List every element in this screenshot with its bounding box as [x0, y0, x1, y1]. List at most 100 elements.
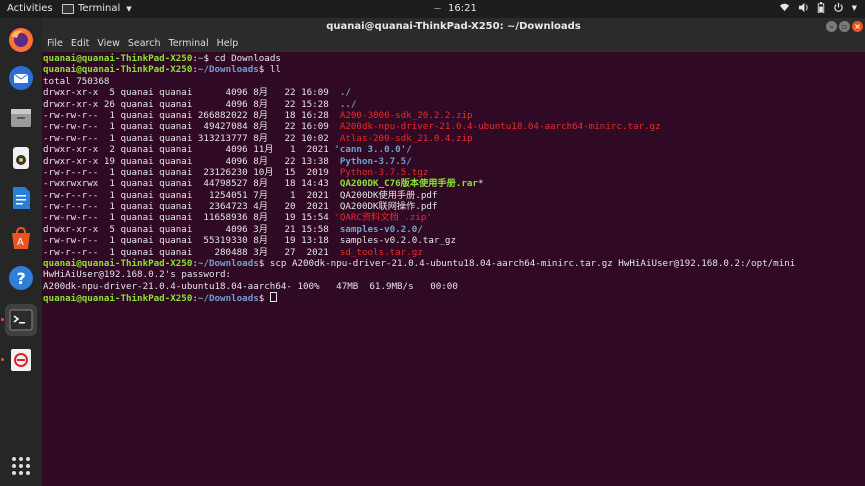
app-icon[interactable] — [5, 344, 37, 376]
terminal-text: -rw-r--r-- 1 quanai quanai 1254051 7月 1 … — [43, 189, 438, 201]
terminal-text: drwxr-xr-x 26 quanai quanai 4096 8月 22 1… — [43, 98, 340, 110]
terminal-line: quanai@quanai-ThinkPad-X250:~/Downloads$… — [43, 64, 795, 75]
terminal-text: A200dk-npu-driver-21.0.4-ubuntu18.04-aar… — [339, 121, 661, 133]
chevron-down-icon: ▼ — [851, 4, 857, 12]
terminal-output[interactable]: quanai@quanai-ThinkPad-X250:~$ cd Downlo… — [42, 52, 865, 486]
scrollbar[interactable] — [859, 52, 865, 486]
terminal-text: $ cd Downloads — [203, 53, 281, 64]
terminal-text: drwxr-xr-x 19 quanai quanai 4096 8月 22 1… — [43, 155, 340, 167]
close-button[interactable]: × — [852, 21, 863, 32]
firefox-icon[interactable] — [5, 24, 37, 56]
help-icon[interactable]: ? — [5, 262, 37, 294]
terminal-line: drwxr-xr-x 26 quanai quanai 4096 8月 22 1… — [43, 99, 795, 110]
terminal-text: drwxr-xr-x 5 quanai quanai 4096 3月 21 15… — [43, 223, 340, 235]
terminal-text: drwxr-xr-x 5 quanai quanai 4096 8月 22 16… — [43, 87, 340, 99]
terminal-text: -rwxrwxrwx 1 quanai quanai 44798527 8月 1… — [43, 178, 340, 190]
terminal-line: -rw-rw-r-- 1 quanai quanai 55319330 8月 1… — [43, 235, 795, 246]
terminal-text: -rw-rw-r-- 1 quanai quanai 49427084 8月 2… — [43, 121, 340, 133]
terminal-text: A200dk-npu-driver-21.0.4-ubuntu18.04-aar… — [43, 280, 458, 292]
terminal-line: -rw-rw-r-- 1 quanai quanai 49427084 8月 2… — [43, 121, 795, 132]
chevron-down-icon: ▼ — [126, 4, 132, 13]
top-bar: Activities Terminal ▼ — 16:21 ▼ — [0, 0, 865, 18]
window-title: quanai@quanai-ThinkPad-X250: ~/Downloads — [326, 21, 581, 32]
svg-text:A: A — [17, 237, 24, 248]
menu-view[interactable]: View — [97, 38, 120, 52]
terminal-line: -rw-r--r-- 1 quanai quanai 2364723 4月 20… — [43, 201, 795, 212]
terminal-text: HwHiAiUser@192.168.0.2's password: — [43, 269, 232, 281]
terminal-line: -rw-r--r-- 1 quanai quanai 23126230 10月 … — [43, 167, 795, 178]
terminal-line: quanai@quanai-ThinkPad-X250:~$ cd Downlo… — [43, 53, 795, 64]
terminal-line: HwHiAiUser@192.168.0.2's password: — [43, 269, 795, 280]
prompt-user-host: quanai@quanai-ThinkPad-X250 — [43, 293, 193, 305]
terminal-line: quanai@quanai-ThinkPad-X250:~/Downloads$ — [43, 292, 795, 305]
clock[interactable]: 16:21 — [448, 3, 477, 14]
terminal-window: quanai@quanai-ThinkPad-X250: ~/Downloads… — [42, 18, 865, 486]
terminal-app-icon — [62, 3, 74, 14]
terminal-icon[interactable] — [5, 304, 37, 336]
dock: A ? — [0, 18, 42, 486]
battery-icon — [817, 2, 824, 13]
terminal-text: 'cann 3..0.0'/ — [334, 144, 412, 156]
writer-icon[interactable] — [5, 182, 37, 214]
terminal-text: Python-3.7.5/ — [339, 155, 412, 167]
terminal-text: -rw-r--r-- 1 quanai quanai 2364723 4月 20… — [43, 201, 438, 213]
menu-terminal[interactable]: Terminal — [169, 38, 209, 52]
terminal-text: ../ — [339, 98, 357, 110]
wifi-icon — [779, 3, 789, 12]
terminal-line: drwxr-xr-x 5 quanai quanai 4096 3月 21 15… — [43, 224, 795, 235]
maximize-button[interactable]: ▫ — [839, 21, 850, 32]
terminal-text: -rw-rw-r-- 1 quanai quanai 266882022 8月 … — [43, 109, 340, 121]
rhythmbox-icon[interactable] — [5, 142, 37, 174]
terminal-line: -rw-rw-r-- 1 quanai quanai 11658936 8月 1… — [43, 212, 795, 223]
prompt-path: ~/Downloads — [197, 293, 259, 305]
terminal-text: QA200DK_C76版本使用手册.rar — [339, 178, 478, 190]
running-indicator — [1, 358, 4, 361]
svg-text:?: ? — [17, 269, 26, 288]
prompt-user-host: quanai@quanai-ThinkPad-X250 — [43, 53, 193, 64]
terminal-text: A200-3000-sdk_20.2.2.zip — [339, 109, 473, 121]
volume-icon — [798, 2, 808, 13]
activities-button[interactable]: Activities — [7, 3, 53, 14]
files-icon[interactable] — [5, 102, 37, 134]
prompt-path: ~/Downloads — [197, 64, 259, 76]
power-icon — [833, 2, 843, 12]
thunderbird-icon[interactable] — [5, 62, 37, 94]
prompt-user-host: quanai@quanai-ThinkPad-X250 — [43, 258, 193, 270]
terminal-text: -rw-rw-r-- 1 quanai quanai 55319330 8月 1… — [43, 235, 456, 247]
terminal-text: drwxr-xr-x 2 quanai quanai 4096 11月 1 20… — [43, 144, 335, 156]
software-icon[interactable]: A — [5, 222, 37, 254]
terminal-text: 'QARC资料文档 .zip' — [334, 212, 432, 224]
title-bar[interactable]: quanai@quanai-ThinkPad-X250: ~/Downloads… — [42, 18, 865, 36]
terminal-text: ./ — [339, 87, 351, 99]
menu-edit[interactable]: Edit — [71, 38, 89, 52]
system-tray[interactable]: ▼ — [779, 2, 857, 13]
app-menu[interactable]: Terminal ▼ — [62, 3, 132, 14]
menu-help[interactable]: Help — [217, 38, 239, 52]
notification-dot-icon: — — [434, 4, 441, 12]
terminal-line: total 750368 — [43, 76, 795, 87]
terminal-text: -rw-rw-r-- 1 quanai quanai 11658936 8月 1… — [43, 212, 335, 224]
menu-search[interactable]: Search — [128, 38, 161, 52]
prompt-user-host: quanai@quanai-ThinkPad-X250 — [43, 64, 193, 76]
terminal-text: Atlas-200-sdk_21.0.4.zip — [339, 132, 473, 144]
terminal-line: A200dk-npu-driver-21.0.4-ubuntu18.04-aar… — [43, 281, 795, 292]
terminal-text: -rw-r--r-- 1 quanai quanai 280488 3月 27 … — [43, 246, 340, 258]
show-apps-icon[interactable] — [5, 450, 37, 482]
terminal-cursor — [269, 292, 277, 303]
terminal-text: * — [477, 178, 484, 190]
terminal-text: sd_tools.tar.gz — [339, 246, 423, 258]
prompt-path: ~/Downloads — [197, 258, 259, 270]
terminal-text: $ scp A200dk-npu-driver-21.0.4-ubuntu18.… — [258, 258, 796, 270]
minimize-button[interactable]: – — [826, 21, 837, 32]
terminal-text: $ — [258, 293, 270, 305]
terminal-text: samples-v0.2.0/ — [339, 223, 423, 235]
terminal-lines: quanai@quanai-ThinkPad-X250:~$ cd Downlo… — [43, 53, 795, 304]
terminal-line: -rw-r--r-- 1 quanai quanai 280488 3月 27 … — [43, 247, 795, 258]
terminal-line: -rw-rw-r-- 1 quanai quanai 266882022 8月 … — [43, 110, 795, 121]
terminal-line: -rwxrwxrwx 1 quanai quanai 44798527 8月 1… — [43, 178, 795, 189]
terminal-line: quanai@quanai-ThinkPad-X250:~/Downloads$… — [43, 258, 795, 269]
terminal-line: -rw-rw-r-- 1 quanai quanai 313213777 8月 … — [43, 133, 795, 144]
terminal-line: drwxr-xr-x 5 quanai quanai 4096 8月 22 16… — [43, 87, 795, 98]
menu-bar: File Edit View Search Terminal Help — [42, 36, 865, 52]
menu-file[interactable]: File — [47, 38, 63, 52]
